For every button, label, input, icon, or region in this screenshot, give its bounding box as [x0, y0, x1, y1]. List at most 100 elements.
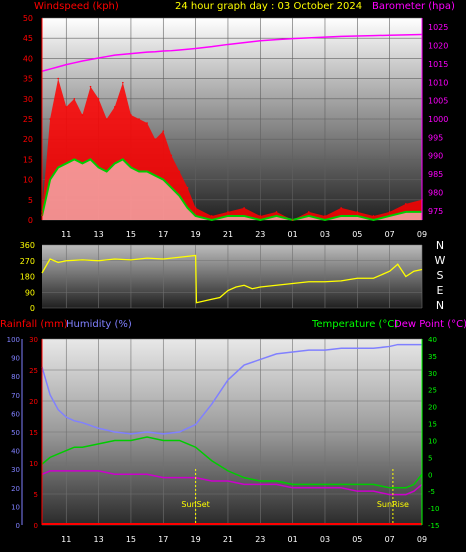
humidity-axis-title: Humidity (%)	[66, 319, 132, 330]
gust-point	[356, 211, 359, 213]
gust-point	[138, 118, 140, 120]
wind-tick-label: 30	[23, 95, 33, 104]
humidity-tick-label: 40	[11, 448, 20, 456]
gust-point	[170, 154, 173, 157]
compass-label: N	[436, 239, 444, 252]
x-tick-label: 11	[61, 230, 71, 239]
barometer-tick-label: 1010	[428, 78, 448, 87]
chart-title: 24 hour graph day : 03 October 2024	[175, 1, 362, 12]
wind-tick-label: 20	[23, 135, 33, 144]
barometer-tick-label: 985	[428, 170, 443, 179]
wind-tick-label: 15	[23, 155, 33, 164]
rainfall-tick-label: 0	[34, 522, 38, 530]
rainfall-tick-label: 10	[29, 460, 38, 468]
x-tick-label: 07	[385, 230, 395, 239]
humidity-tick-label: 60	[11, 410, 20, 418]
sunrise-label: SunRise	[377, 500, 409, 509]
gust-point	[210, 215, 213, 217]
x-tick-label: 07	[385, 535, 395, 544]
humidity-tick-label: 0	[16, 522, 20, 530]
barometer-tick-label: 975	[428, 207, 443, 216]
gust-point	[89, 85, 92, 88]
x-tick-label: 15	[126, 230, 136, 239]
gust-point	[324, 215, 326, 217]
rainfall-tick-label: 15	[29, 429, 38, 437]
gust-point	[81, 114, 84, 116]
direction-tick-label: 0	[30, 304, 35, 313]
x-tick-label: 03	[320, 535, 330, 544]
humidity-tick-label: 20	[11, 485, 20, 493]
wind-tick-label: 25	[23, 115, 33, 124]
gust-point	[146, 122, 148, 124]
x-tick-label: 05	[352, 230, 362, 239]
gust-point	[308, 211, 310, 213]
x-tick-label: 13	[94, 230, 104, 239]
x-tick-label: 09	[417, 535, 427, 544]
temperature-tick-label: 30	[428, 370, 437, 378]
wind-tick-label: 45	[23, 34, 33, 43]
barometer-tick-label: 1000	[428, 115, 448, 124]
humidity-tick-label: 50	[11, 429, 20, 437]
compass-label: W	[435, 254, 446, 267]
gust-point	[340, 207, 342, 209]
temperature-tick-label: -10	[428, 505, 439, 513]
x-tick-label: 23	[255, 230, 265, 239]
direction-tick-label: 180	[20, 273, 35, 282]
rainfall-tick-label: 30	[29, 336, 38, 344]
gust-point	[243, 207, 245, 209]
rainfall-tick-label: 20	[29, 398, 38, 406]
x-tick-label: 21	[223, 535, 233, 544]
x-tick-label: 15	[126, 535, 136, 544]
barometer-tick-label: 1005	[428, 97, 448, 106]
wind-tick-label: 0	[28, 216, 33, 225]
sunset-label: SunSet	[181, 500, 209, 509]
wind-tick-label: 10	[23, 176, 33, 185]
barometer-axis-title: Barometer (hpa)	[372, 1, 455, 12]
x-tick-label: 13	[94, 535, 104, 544]
temperature-tick-label: 20	[428, 404, 437, 412]
wind-tick-label: 5	[28, 196, 33, 205]
rainfall-axis-title: Rainfall (mm)	[0, 319, 68, 330]
direction-tick-label: 90	[25, 288, 35, 297]
gust-point	[275, 211, 278, 213]
x-tick-label: 01	[288, 230, 298, 239]
gust-point	[130, 114, 132, 116]
x-tick-label: 21	[223, 230, 233, 239]
temperature-tick-label: 15	[428, 421, 437, 429]
gust-point	[388, 211, 391, 213]
gust-point	[372, 215, 375, 217]
x-tick-label: 17	[158, 230, 168, 239]
x-tick-label: 19	[191, 535, 201, 544]
wind-barometer-panel: 05101520253035404550 9759809859909951000…	[23, 14, 449, 239]
gust-point	[259, 215, 262, 217]
barometer-tick-label: 1015	[428, 60, 448, 69]
direction-tick-label: 360	[20, 241, 35, 250]
compass-label: E	[437, 284, 444, 297]
gust-point	[113, 106, 116, 108]
humidity-tick-label: 80	[11, 373, 20, 381]
x-tick-label: 19	[191, 230, 201, 239]
barometer-tick-label: 1025	[428, 23, 448, 32]
barometer-tick-label: 1020	[428, 42, 448, 51]
temperature-tick-label: -5	[428, 488, 435, 496]
temperature-humidity-panel: 0102030405060708090100 051015202530 -15-…	[7, 336, 440, 544]
humidity-tick-label: 100	[7, 336, 20, 344]
windspeed-axis-title: Windspeed (kph)	[34, 1, 119, 12]
x-tick-label: 03	[320, 230, 330, 239]
x-tick-label: 11	[61, 535, 71, 544]
gust-point	[97, 98, 100, 100]
temperature-axis-title: Temperature (°C)	[311, 319, 398, 330]
gust-point	[194, 207, 197, 209]
humidity-tick-label: 90	[11, 355, 20, 363]
dewpoint-axis-title: Dew Point (°C)	[394, 319, 466, 330]
x-tick-label: 17	[158, 535, 168, 544]
barometer-tick-label: 990	[428, 152, 443, 161]
rainfall-tick-label: 5	[34, 491, 38, 499]
barometer-tick-label: 980	[428, 188, 443, 197]
rainfall-tick-label: 25	[29, 367, 38, 375]
temperature-tick-label: 0	[428, 471, 432, 479]
gust-point	[122, 81, 124, 84]
gust-point	[154, 138, 156, 140]
compass-label: N	[436, 299, 444, 312]
gust-point	[186, 186, 189, 189]
